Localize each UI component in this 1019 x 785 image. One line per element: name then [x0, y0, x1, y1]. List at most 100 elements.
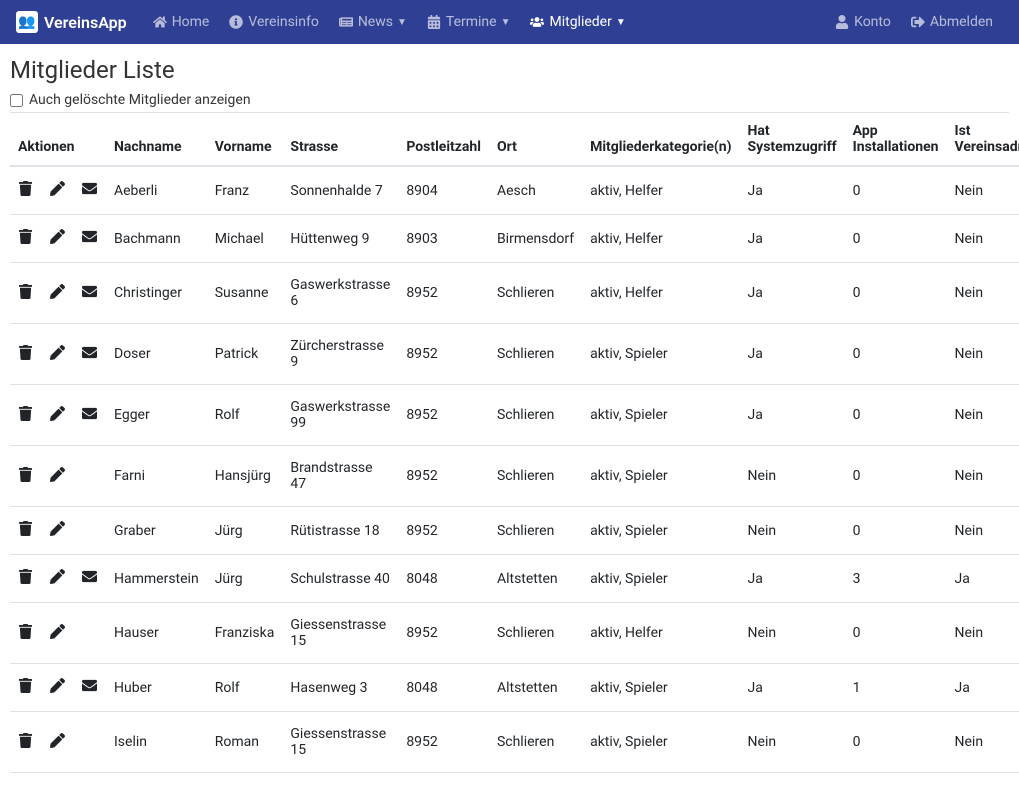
cell-zugriff: Ja — [740, 166, 845, 215]
pencil-icon — [50, 284, 65, 299]
email-button[interactable] — [82, 569, 98, 585]
cell-nachname: Hauser — [106, 603, 207, 664]
brand-logo-icon: 👥 — [16, 11, 38, 33]
nav-news[interactable]: News ▼ — [329, 8, 417, 36]
users-icon — [530, 15, 544, 29]
cell-kategorien: aktiv, Spieler — [582, 446, 739, 507]
delete-button[interactable] — [18, 624, 34, 640]
envelope-icon — [82, 284, 97, 299]
delete-button[interactable] — [18, 181, 34, 197]
delete-button[interactable] — [18, 569, 34, 585]
cell-plz: 8952 — [398, 263, 489, 324]
cell-strasse: Gaswerkstrasse 99 — [282, 385, 398, 446]
email-button[interactable] — [82, 406, 98, 422]
cell-zugriff: Ja — [740, 215, 845, 263]
pencil-icon — [50, 521, 65, 536]
delete-button[interactable] — [18, 733, 34, 749]
email-button[interactable] — [82, 181, 98, 197]
nav-mitglieder[interactable]: Mitglieder ▼ — [520, 8, 635, 36]
cell-plz: 8048 — [398, 664, 489, 712]
edit-button[interactable] — [50, 284, 66, 300]
cell-vorname: Jürg — [207, 555, 283, 603]
cell-kategorien: aktiv, Spieler — [582, 555, 739, 603]
email-button[interactable] — [82, 678, 98, 694]
nav-home[interactable]: Home — [143, 8, 220, 36]
edit-button[interactable] — [50, 345, 66, 361]
cell-zugriff: Nein — [740, 446, 845, 507]
cell-admin: Nein — [947, 712, 1019, 773]
delete-button[interactable] — [18, 229, 34, 245]
col-installationen: App Installationen — [845, 113, 947, 166]
email-button[interactable] — [82, 284, 98, 300]
table-row: HuberRolfHasenweg 38048Altstettenaktiv, … — [10, 664, 1019, 712]
delete-button[interactable] — [18, 467, 34, 483]
nav-abmelden[interactable]: Abmelden — [901, 8, 1003, 36]
envelope-icon — [82, 229, 97, 244]
cell-admin: Nein — [947, 215, 1019, 263]
col-systemzugriff: Hat Systemzugriff — [740, 113, 845, 166]
table-row: ChristingerSusanneGaswerkstrasse 68952Sc… — [10, 263, 1019, 324]
cell-installationen: 0 — [845, 166, 947, 215]
cell-ort: Altstetten — [489, 664, 582, 712]
cell-plz: 8048 — [398, 555, 489, 603]
cell-vorname: Hansjürg — [207, 446, 283, 507]
cell-ort: Schlieren — [489, 507, 582, 555]
cell-admin: Nein — [947, 446, 1019, 507]
edit-button[interactable] — [50, 467, 66, 483]
signout-icon — [911, 15, 925, 29]
cell-ort: Altstetten — [489, 555, 582, 603]
pencil-icon — [50, 569, 65, 584]
cell-kategorien: aktiv, Spieler — [582, 664, 739, 712]
page-title: Mitglieder Liste — [10, 56, 1009, 84]
delete-button[interactable] — [18, 521, 34, 537]
envelope-icon — [82, 181, 97, 196]
cell-kategorien: aktiv, Spieler — [582, 712, 739, 773]
show-deleted-checkbox[interactable] — [10, 94, 23, 107]
members-table: Aktionen Nachname Vorname Strasse Postle… — [10, 113, 1019, 773]
table-row: DoserPatrickZürcherstrasse 98952Schliere… — [10, 324, 1019, 385]
edit-button[interactable] — [50, 229, 66, 245]
edit-button[interactable] — [50, 733, 66, 749]
edit-button[interactable] — [50, 624, 66, 640]
col-vorname: Vorname — [207, 113, 283, 166]
nav-vereinsinfo[interactable]: Vereinsinfo — [219, 8, 328, 36]
cell-admin: Nein — [947, 603, 1019, 664]
delete-button[interactable] — [18, 345, 34, 361]
cell-nachname: Graber — [106, 507, 207, 555]
cell-ort: Schlieren — [489, 385, 582, 446]
edit-button[interactable] — [50, 406, 66, 422]
cell-vorname: Rolf — [207, 385, 283, 446]
delete-button[interactable] — [18, 284, 34, 300]
show-deleted-checkbox-row[interactable]: Auch gelöschte Mitglieder anzeigen — [10, 92, 1009, 108]
cell-nachname: Huber — [106, 664, 207, 712]
edit-button[interactable] — [50, 678, 66, 694]
cell-kategorien: aktiv, Helfer — [582, 603, 739, 664]
cell-kategorien: aktiv, Helfer — [582, 215, 739, 263]
cell-kategorien: aktiv, Spieler — [582, 507, 739, 555]
edit-button[interactable] — [50, 521, 66, 537]
email-button[interactable] — [82, 345, 98, 361]
cell-zugriff: Nein — [740, 603, 845, 664]
edit-button[interactable] — [50, 569, 66, 585]
cell-strasse: Schulstrasse 40 — [282, 555, 398, 603]
nav-konto[interactable]: Konto — [825, 8, 901, 36]
cell-zugriff: Ja — [740, 263, 845, 324]
cell-strasse: Gaswerkstrasse 6 — [282, 263, 398, 324]
edit-button[interactable] — [50, 181, 66, 197]
nav-termine[interactable]: Termine ▼ — [417, 8, 521, 36]
cell-installationen: 0 — [845, 507, 947, 555]
cell-admin: Nein — [947, 324, 1019, 385]
col-nachname: Nachname — [106, 113, 207, 166]
trash-icon — [18, 733, 33, 748]
delete-button[interactable] — [18, 678, 34, 694]
cell-strasse: Brandstrasse 47 — [282, 446, 398, 507]
cell-nachname: Doser — [106, 324, 207, 385]
navbar: 👥 VereinsApp Home Vereinsinfo News ▼ Ter… — [0, 0, 1019, 44]
cell-vorname: Rolf — [207, 664, 283, 712]
chevron-down-icon: ▼ — [501, 17, 511, 28]
brand[interactable]: 👥 VereinsApp — [16, 11, 127, 33]
delete-button[interactable] — [18, 406, 34, 422]
chevron-down-icon: ▼ — [397, 17, 407, 28]
table-row: EggerRolfGaswerkstrasse 998952Schlierena… — [10, 385, 1019, 446]
email-button[interactable] — [82, 229, 98, 245]
